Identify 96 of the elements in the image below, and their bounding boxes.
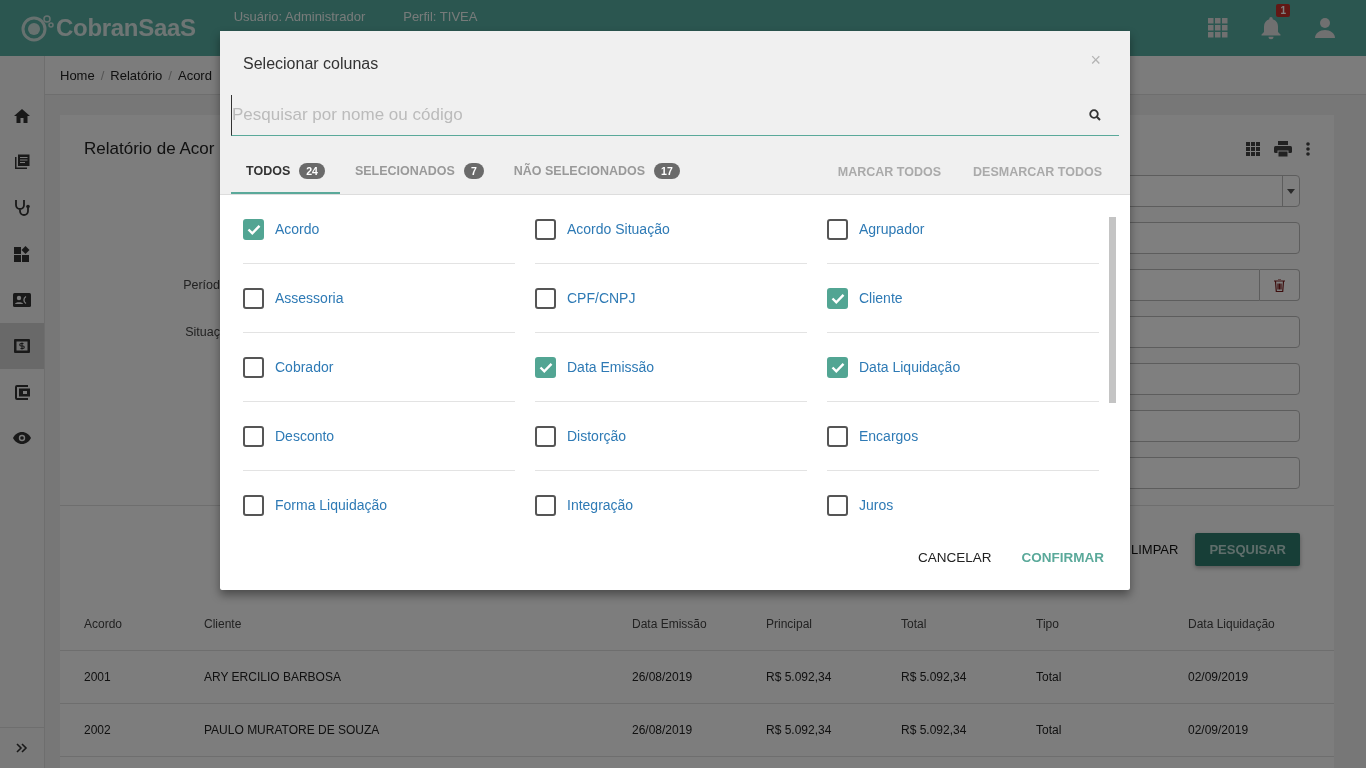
checkbox[interactable]	[243, 287, 264, 309]
checkbox[interactable]	[535, 494, 556, 516]
column-option[interactable]: Cobrador	[243, 333, 515, 402]
column-option[interactable]: Assessoria	[243, 264, 515, 333]
breadcrumb-link[interactable]: Home	[60, 67, 95, 83]
breadcrumb-link[interactable]: Relatório	[110, 67, 163, 83]
user-text: Usuário: Administrador	[233, 9, 366, 24]
breadcrumb-link[interactable]: Acord	[177, 67, 212, 83]
dialog-button[interactable]: CANCELAR	[909, 542, 1000, 573]
trash-icon	[1274, 278, 1285, 292]
scrollbar[interactable]	[1109, 217, 1116, 403]
tab[interactable]: NÃO SELECIONADOS 17	[498, 136, 695, 194]
column-option[interactable]: Integração	[535, 471, 807, 535]
table-cell-text: 26/08/2019	[632, 670, 694, 684]
widgets-icon	[14, 246, 30, 262]
clear-button[interactable]	[1260, 269, 1300, 301]
profile-text: Perfil: TIVEA	[403, 9, 478, 24]
column-option[interactable]: Distorção	[535, 402, 807, 471]
table-cell-text: PAULO MURATORE DE SOUZA	[204, 723, 381, 737]
column-header: Acordo	[84, 617, 124, 631]
tab[interactable]: TODOS 24	[231, 136, 340, 194]
checkmark-icon	[830, 361, 845, 373]
grid-icon[interactable]	[1246, 142, 1260, 156]
print-icon[interactable]	[1274, 141, 1292, 157]
checkbox[interactable]	[827, 287, 848, 309]
table-cell-text: R$ 5.092,34	[766, 670, 833, 684]
home-icon	[14, 109, 30, 123]
checkbox[interactable]	[535, 218, 556, 240]
checkmark-icon	[830, 292, 845, 304]
checkbox[interactable]	[827, 425, 848, 447]
checkbox[interactable]	[827, 218, 848, 240]
column-option[interactable]: Acordo	[243, 195, 515, 264]
logo-icon	[20, 14, 54, 42]
table-cell-text: 26/08/2019	[632, 723, 694, 737]
table-cell-text: R$ 5.092,34	[766, 723, 833, 737]
clear-filters-button[interactable]: LIMPAR	[1131, 541, 1179, 557]
dialog-button[interactable]: CONFIRMAR	[1013, 542, 1112, 573]
breadcrumb-separator: /	[168, 67, 172, 83]
checkbox[interactable]	[243, 425, 264, 447]
notification-count: 1	[1276, 4, 1290, 17]
tab-count: 17	[654, 163, 680, 179]
double-chevron-icon[interactable]	[16, 743, 28, 753]
checkmark-icon	[246, 223, 261, 235]
column-option[interactable]: Acordo Situação	[535, 195, 807, 264]
wallet-icon	[14, 384, 30, 400]
column-option[interactable]: Desconto	[243, 402, 515, 471]
table-cell-text: Total	[1036, 723, 1063, 737]
table-cell-text: 02/09/2019	[1188, 723, 1250, 737]
checkbox[interactable]	[827, 356, 848, 378]
checkmark-icon	[538, 361, 553, 373]
checkbox[interactable]	[243, 494, 264, 516]
checkbox[interactable]	[243, 218, 264, 240]
table-cell-text: Total	[1036, 670, 1063, 684]
library-icon	[14, 154, 30, 170]
dialog-title: Selecionar colunas	[243, 55, 379, 73]
column-header: Cliente	[204, 617, 243, 631]
column-option[interactable]: Encargos	[827, 402, 1099, 471]
column-header: Tipo	[1036, 617, 1060, 631]
checkbox[interactable]	[827, 494, 848, 516]
checkbox[interactable]	[535, 287, 556, 309]
column-header: Total	[901, 617, 928, 631]
column-option[interactable]: Data Emissão	[535, 333, 807, 402]
sidebar-item[interactable]	[0, 323, 44, 369]
stethoscope-icon	[14, 199, 30, 217]
logo-text: CobranSaaS	[56, 14, 196, 42]
column-header: Data Emissão	[632, 617, 708, 631]
table-cell-text: R$ 5.092,34	[901, 723, 968, 737]
checkbox[interactable]	[535, 425, 556, 447]
contact-card-icon	[13, 293, 31, 307]
table-cell-text: 2001	[84, 670, 112, 684]
tab-count: 7	[463, 163, 484, 179]
column-header: Principal	[766, 617, 814, 631]
field-label: Situaç	[185, 325, 220, 339]
table-cell-text: R$ 5.092,34	[901, 670, 968, 684]
column-option[interactable]: Data Liquidação	[827, 333, 1099, 402]
column-option[interactable]: Juros	[827, 471, 1099, 535]
column-option[interactable]: Cliente	[827, 264, 1099, 333]
tab-count: 24	[299, 163, 325, 179]
checkbox[interactable]	[535, 356, 556, 378]
tab[interactable]: SELECIONADOS 7	[339, 136, 499, 194]
column-option[interactable]: Forma Liquidação	[243, 471, 515, 535]
table-cell-text: 02/09/2019	[1188, 670, 1250, 684]
dropdown-arrow-icon	[1287, 188, 1295, 194]
breadcrumb-separator: /	[100, 67, 105, 83]
eye-icon	[13, 432, 31, 444]
column-option[interactable]: Agrupador	[827, 195, 1099, 264]
table-cell-text: 2002	[84, 723, 112, 737]
field-label: Períod	[183, 278, 220, 292]
money-icon	[14, 339, 30, 353]
report-title: Relatório de Acor	[84, 139, 215, 159]
table-cell-text: ARY ERCILIO BARBOSA	[204, 670, 342, 684]
search-icon[interactable]	[1089, 109, 1101, 121]
more-vertical-icon[interactable]	[1306, 142, 1310, 156]
checkbox[interactable]	[243, 356, 264, 378]
column-header: Data Liquidação	[1188, 617, 1276, 631]
column-option[interactable]: CPF/CNPJ	[535, 264, 807, 333]
